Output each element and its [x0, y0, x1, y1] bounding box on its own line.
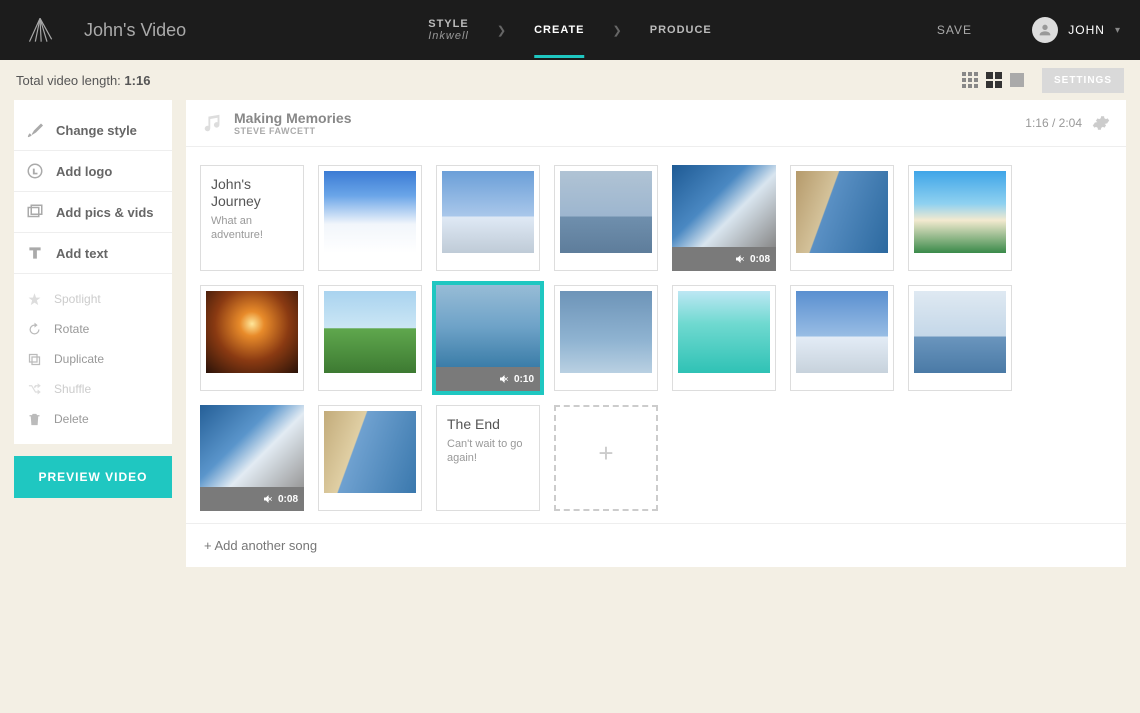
- clip-video[interactable]: 0:08: [200, 405, 304, 511]
- gear-icon[interactable]: [1092, 114, 1110, 132]
- star-icon: [26, 291, 42, 307]
- mute-icon: [262, 493, 274, 505]
- app-logo-icon[interactable]: [26, 16, 54, 44]
- clip-title-card[interactable]: John's Journey What an adventure!: [200, 165, 304, 271]
- clip-photo[interactable]: [318, 285, 422, 391]
- view-large-grid-icon[interactable]: [1010, 73, 1024, 87]
- clip-video-selected[interactable]: 0:10: [436, 285, 540, 391]
- text-icon: [26, 244, 44, 262]
- sidebar-change-style[interactable]: Change style: [14, 110, 172, 151]
- clip-photo[interactable]: [318, 165, 422, 271]
- clip-photo[interactable]: [790, 165, 894, 271]
- logo-icon: L: [26, 162, 44, 180]
- sidebar: Change style L Add logo Add pics & vids …: [14, 100, 172, 567]
- brush-icon: [26, 121, 44, 139]
- chevron-down-icon: ▾: [1115, 25, 1120, 36]
- add-clip-button[interactable]: +: [554, 405, 658, 511]
- chevron-right-icon: ❯: [613, 24, 622, 37]
- step-produce[interactable]: PRODUCE: [650, 24, 712, 36]
- mute-icon: [734, 253, 746, 265]
- chevron-right-icon: ❯: [497, 24, 506, 37]
- total-length-label: Total video length: 1:16: [16, 73, 150, 88]
- music-icon: [202, 112, 224, 134]
- clip-photo[interactable]: [790, 285, 894, 391]
- top-bar: John's Video STYLE Inkwell ❯ CREATE ❯ PR…: [0, 0, 1140, 60]
- duplicate-icon: [26, 351, 42, 367]
- sidebar-delete[interactable]: Delete: [14, 404, 172, 434]
- rotate-icon: [26, 321, 42, 337]
- preview-video-button[interactable]: PREVIEW VIDEO: [14, 456, 172, 498]
- song-title[interactable]: Making Memories: [234, 110, 351, 126]
- view-small-grid-icon[interactable]: [962, 72, 978, 88]
- save-button[interactable]: SAVE: [937, 23, 972, 37]
- clip-grid: John's Journey What an adventure! 0:08: [186, 147, 1126, 519]
- trash-icon: [26, 411, 42, 427]
- sidebar-duplicate[interactable]: Duplicate: [14, 344, 172, 374]
- mute-icon: [498, 373, 510, 385]
- song-duration: 1:16 / 2:04: [1025, 116, 1082, 130]
- add-another-song-button[interactable]: + Add another song: [186, 523, 1126, 567]
- clip-photo[interactable]: [318, 405, 422, 511]
- sidebar-rotate[interactable]: Rotate: [14, 314, 172, 344]
- svg-text:L: L: [33, 167, 38, 176]
- clip-photo[interactable]: [908, 165, 1012, 271]
- sidebar-add-text[interactable]: Add text: [14, 233, 172, 274]
- clip-photo[interactable]: [554, 165, 658, 271]
- user-menu[interactable]: JOHN ▾: [1032, 17, 1120, 43]
- shuffle-icon: [26, 381, 42, 397]
- avatar-icon: [1032, 17, 1058, 43]
- sidebar-add-pics[interactable]: Add pics & vids: [14, 192, 172, 233]
- song-header: Making Memories STEVE FAWCETT 1:16 / 2:0…: [186, 100, 1126, 147]
- workflow-steps: STYLE Inkwell ❯ CREATE ❯ PRODUCE: [428, 0, 712, 60]
- subheader: Total video length: 1:16 SETTINGS: [0, 60, 1140, 100]
- user-name: JOHN: [1068, 23, 1105, 37]
- sidebar-spotlight: Spotlight: [14, 284, 172, 314]
- clip-outro-card[interactable]: The End Can't wait to go again!: [436, 405, 540, 511]
- settings-button[interactable]: SETTINGS: [1042, 68, 1124, 93]
- images-icon: [26, 203, 44, 221]
- storyboard-panel: Making Memories STEVE FAWCETT 1:16 / 2:0…: [186, 100, 1126, 567]
- step-create[interactable]: CREATE: [534, 24, 584, 36]
- clip-photo[interactable]: [908, 285, 1012, 391]
- clip-photo[interactable]: [436, 165, 540, 271]
- view-medium-grid-icon[interactable]: [986, 72, 1002, 88]
- sidebar-shuffle: Shuffle: [14, 374, 172, 404]
- clip-video[interactable]: 0:08: [672, 165, 776, 271]
- sidebar-add-logo[interactable]: L Add logo: [14, 151, 172, 192]
- clip-photo[interactable]: [672, 285, 776, 391]
- clip-photo[interactable]: [200, 285, 304, 391]
- song-artist: STEVE FAWCETT: [234, 126, 351, 136]
- step-style[interactable]: STYLE Inkwell: [428, 18, 469, 42]
- clip-photo[interactable]: [554, 285, 658, 391]
- plus-icon: +: [598, 438, 613, 469]
- video-title[interactable]: John's Video: [84, 20, 186, 41]
